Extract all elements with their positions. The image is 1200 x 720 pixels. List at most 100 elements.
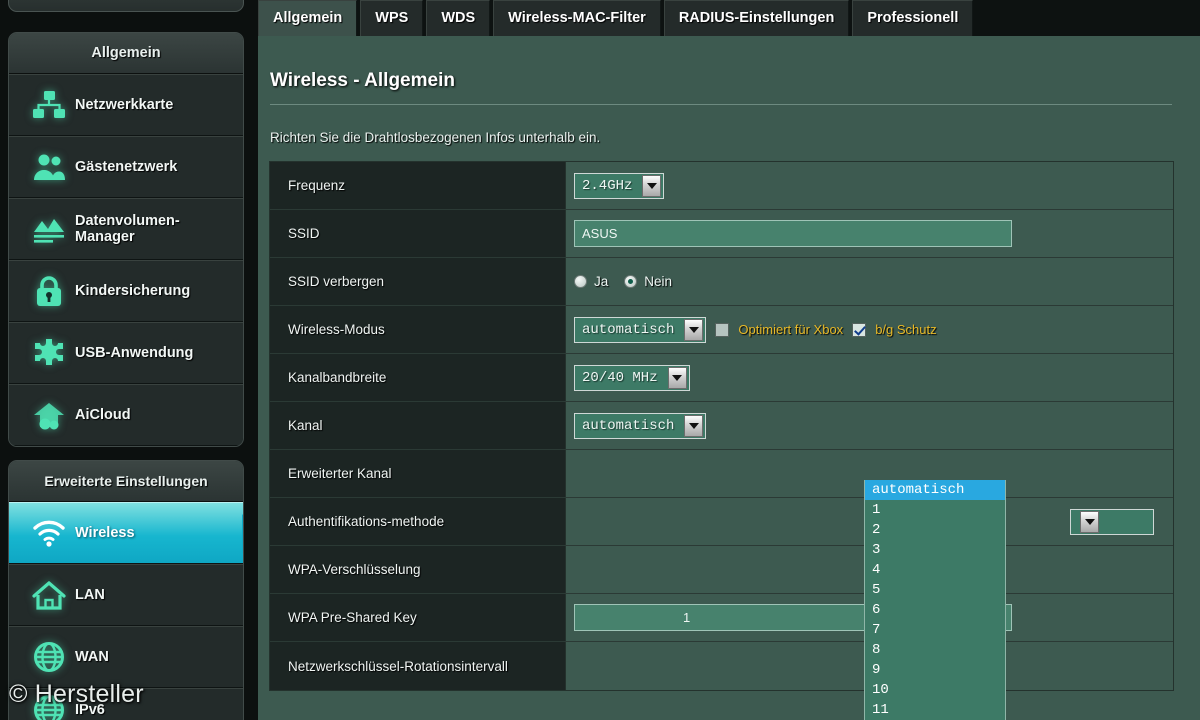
form-row: WPA-Verschlüsselung [270,546,1173,594]
sidebar-top-panel-stub [8,0,244,12]
wpa-verschl-sselung-label: WPA-Verschlüsselung [270,546,566,593]
ssid-verbergen-radio-label: Nein [644,274,673,289]
wireless-modus-checkbox-0[interactable] [715,322,730,337]
sidebar-advanced-header: Erweiterte Einstellungen [9,461,243,502]
guest-network-icon [23,152,75,182]
sidebar-general-block: Allgemein Netzwerkkarte Gästenetzwerk Date… [8,32,244,447]
wifi-icon [23,519,75,547]
wireless-modus-checkbox-label: Optimiert für Xbox [738,322,844,337]
sidebar-item-label: Netzwerkkarte [75,96,174,113]
dropdown-option[interactable]: automatisch [865,480,1005,500]
ssid-verbergen-value-cell: Ja Nein [566,258,1173,305]
globe-icon [23,641,75,673]
kanal-dropdown-list[interactable]: automatisch12345678910111213 [864,480,1006,720]
sidebar-item-label: Datenvolumen- Manager [75,212,180,245]
wpa-pre-shared-key-label: WPA Pre-Shared Key [270,594,566,641]
sidebar-item-label: USB-Anwendung [75,344,194,361]
wireless-settings-form: Frequenz 2.4GHz SSID ASUS SSID verbergen … [269,161,1174,691]
sidebar-general-header: Allgemein [9,33,243,74]
wireless-modus-select-value: automatisch [582,321,675,338]
authentifikations-methode-label: Authentifikations-methode [270,498,566,545]
sidebar-item-datenvolumen-manager[interactable]: Datenvolumen- Manager [9,198,243,260]
tab-allgemein[interactable]: Allgemein [258,0,358,36]
kanal-select[interactable]: automatisch [574,412,707,439]
form-row: Kanalbandbreite 20/40 MHz [270,354,1173,402]
sidebar-item-aicloud[interactable]: AiCloud [9,384,243,446]
ssid-verbergen-radio-nein[interactable] [624,275,638,288]
authentifikations-methode-select[interactable] [1070,508,1154,535]
dropdown-option[interactable]: 11 [865,700,1005,720]
tab-wds[interactable]: WDS [426,0,491,36]
home-icon [23,580,75,610]
traffic-manager-icon [23,214,75,244]
sidebar-item-usb-anwendung[interactable]: USB-Anwendung [9,322,243,384]
netzwerkschl-ssel-rotationsintervall-label: Netzwerkschlüssel-Rotationsintervall [270,642,566,690]
wireless-modus-checkbox-label: b/g Schutz [875,322,937,337]
wireless-modus-value-cell: automatisch Optimiert für Xbox b/g Schut… [566,306,1173,353]
frequenz-select-value: 2.4GHz [582,177,633,194]
dropdown-option[interactable]: 1 [865,500,1005,520]
tab-bar: Allgemein WPS WDS Wireless-MAC-Filter RADIUS… [258,0,1200,36]
ssid-input[interactable]: ASUS [574,220,1012,247]
frequenz-label: Frequenz [270,162,566,209]
kanal-value-cell: automatisch [566,402,1173,449]
kanal-select-value: automatisch [582,417,675,434]
tab-wps[interactable]: WPS [360,0,424,36]
sidebar-item-lan[interactable]: LAN [9,564,243,626]
sidebar-item-kindersicherung[interactable]: Kindersicherung [9,260,243,322]
form-row: Authentifikations-methode [270,498,1173,546]
title-divider [270,104,1172,105]
network-map-icon [23,90,75,120]
chevron-down-icon[interactable] [684,318,704,341]
copyright-watermark: © Hersteller [9,680,144,708]
dropdown-option[interactable]: 7 [865,620,1005,640]
dropdown-option[interactable]: 4 [865,560,1005,580]
dropdown-option[interactable]: 5 [865,580,1005,600]
ssid-verbergen-radio-label: Ja [594,274,609,289]
router-admin-page: Allgemein Netzwerkkarte Gästenetzwerk Date… [0,0,1200,720]
parental-control-icon [23,275,75,307]
dropdown-option[interactable]: 2 [865,520,1005,540]
sidebar-item-wireless[interactable]: Wireless [9,502,243,564]
dropdown-option[interactable]: 8 [865,640,1005,660]
dropdown-option[interactable]: 3 [865,540,1005,560]
page-description: Richten Sie die Drahtlosbezogenen Infos … [270,130,601,145]
wpa-pre-shared-key-input-value: 1 [683,610,691,625]
sidebar: Allgemein Netzwerkkarte Gästenetzwerk Date… [0,0,258,720]
ssid-verbergen-radio-ja[interactable] [574,275,587,288]
tab-professionell[interactable]: Professionell [852,0,974,36]
ssid-value-cell: ASUS [566,210,1173,257]
chevron-down-icon[interactable] [684,414,704,437]
chevron-down-icon[interactable] [1080,510,1099,533]
dropdown-option[interactable]: 6 [865,600,1005,620]
form-row: Wireless-Modus automatisch Optimiert für… [270,306,1173,354]
chevron-down-icon[interactable] [642,174,662,197]
frequenz-value-cell: 2.4GHz [566,162,1173,209]
sidebar-item-wan[interactable]: WAN [9,626,243,688]
aicloud-icon [23,400,75,430]
dropdown-option[interactable]: 10 [865,680,1005,700]
tab-radius-einstellungen[interactable]: RADIUS-Einstellungen [663,0,850,36]
frequenz-select[interactable]: 2.4GHz [574,172,665,199]
dropdown-option[interactable]: 9 [865,660,1005,680]
form-row: Kanal automatisch [270,402,1173,450]
wireless-modus-label: Wireless-Modus [270,306,566,353]
wireless-modus-checkbox-1[interactable] [852,322,867,337]
chevron-down-icon[interactable] [667,366,687,389]
sidebar-item-netzwerkkarte[interactable]: Netzwerkkarte [9,74,243,136]
kanalbandbreite-select[interactable]: 20/40 MHz [574,364,690,391]
form-row: WPA Pre-Shared Key 1 [270,594,1173,642]
form-row: Frequenz 2.4GHz [270,162,1173,210]
page-title: Wireless - Allgemein [270,70,455,91]
ssid-label: SSID [270,210,566,257]
sidebar-item-g-stenetzwerk[interactable]: Gästenetzwerk [9,136,243,198]
ssid-input-value: ASUS [582,226,618,241]
wireless-modus-select[interactable]: automatisch [574,316,707,343]
tab-wireless-mac-filter[interactable]: Wireless-MAC-Filter [493,0,661,36]
kanalbandbreite-select-value: 20/40 MHz [582,369,658,386]
sidebar-item-label: Kindersicherung [75,282,191,299]
kanal-label: Kanal [270,402,566,449]
form-row: SSID ASUS [270,210,1173,258]
ssid-verbergen-radio-group[interactable]: Ja Nein [574,274,681,289]
kanalbandbreite-label: Kanalbandbreite [270,354,566,401]
